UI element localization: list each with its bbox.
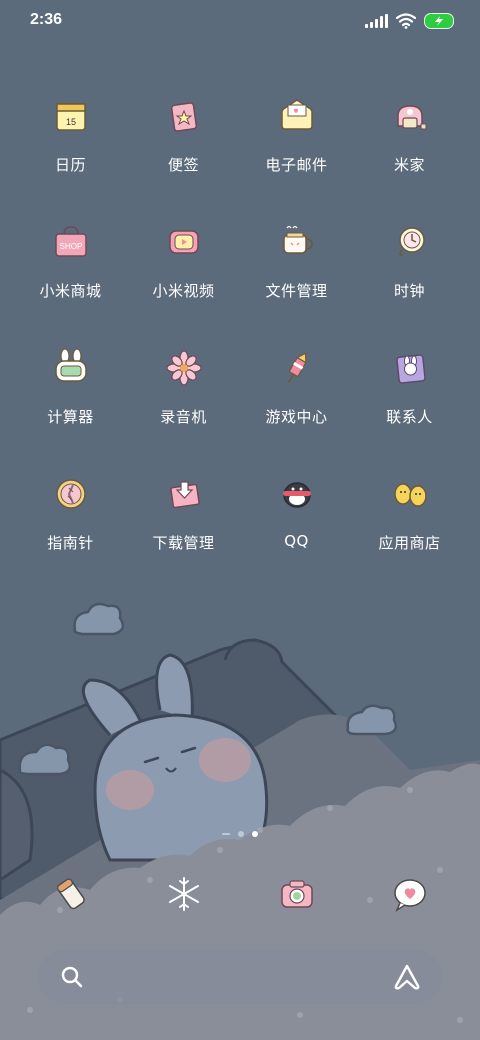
app-qq[interactable]: QQ <box>240 466 353 592</box>
shop-icon: SHOP <box>43 214 99 270</box>
recorder-icon <box>156 340 212 396</box>
dock-browser[interactable] <box>353 862 466 926</box>
app-contacts[interactable]: 联系人 <box>353 340 466 466</box>
app-label: 指南针 <box>47 534 94 552</box>
app-label: 游戏中心 <box>265 408 328 426</box>
status-bar: 2:36 <box>0 0 480 42</box>
app-label: 文件管理 <box>265 282 328 300</box>
notes-icon <box>156 88 212 144</box>
app-label: 小米视频 <box>152 282 215 300</box>
app-recorder[interactable]: 录音机 <box>127 340 240 466</box>
calculator-icon <box>43 340 99 396</box>
app-label: 录音机 <box>160 408 207 426</box>
app-grid: 15 日历 便签 电子邮件 米家 SHOP 小米商城 小米视频 文件管理 时钟 … <box>14 88 466 592</box>
status-time: 2:36 <box>30 11 63 28</box>
mijia-icon <box>382 88 438 144</box>
compass-icon <box>43 466 99 522</box>
game-center-icon <box>269 340 325 396</box>
page-dot <box>222 833 230 835</box>
email-icon <box>269 88 325 144</box>
wifi-icon <box>396 13 416 29</box>
snowflake-icon <box>168 877 199 911</box>
app-store-icon <box>382 466 438 522</box>
status-icons <box>365 12 454 30</box>
svg-text:15: 15 <box>65 117 75 127</box>
app-label: QQ <box>284 532 309 550</box>
app-label: 米家 <box>393 156 425 174</box>
app-mijia[interactable]: 米家 <box>353 88 466 214</box>
calendar-icon: 15 <box>43 88 99 144</box>
qq-icon <box>269 466 325 522</box>
search-icon[interactable] <box>58 963 86 991</box>
app-label: 电子邮件 <box>265 156 328 174</box>
downloads-icon <box>156 466 212 522</box>
app-mi-video[interactable]: 小米视频 <box>127 214 240 340</box>
assistant-icon[interactable] <box>392 962 422 992</box>
app-label: 便签 <box>167 156 199 174</box>
app-file-manager[interactable]: 文件管理 <box>240 214 353 340</box>
svg-text:SHOP: SHOP <box>59 242 82 251</box>
app-mi-store[interactable]: SHOP 小米商城 <box>14 214 127 340</box>
contacts-icon <box>382 340 438 396</box>
search-bar[interactable] <box>38 950 442 1004</box>
chat-bubble-heart-icon <box>393 879 426 912</box>
page-dot-active <box>252 831 258 837</box>
app-label: 应用商店 <box>378 534 441 552</box>
app-label: 时钟 <box>393 282 425 300</box>
phone-icon <box>56 878 85 910</box>
app-clock[interactable]: 时钟 <box>353 214 466 340</box>
app-calculator[interactable]: 计算器 <box>14 340 127 466</box>
dock-phone[interactable] <box>14 862 127 926</box>
camera-icon <box>280 880 313 908</box>
dock-messages[interactable] <box>127 862 240 926</box>
app-label: 联系人 <box>386 408 433 426</box>
app-label: 计算器 <box>47 408 94 426</box>
app-label: 下载管理 <box>152 534 215 552</box>
app-label: 小米商城 <box>39 282 102 300</box>
file-manager-icon <box>269 214 325 270</box>
signal-icon <box>365 14 388 28</box>
app-app-store[interactable]: 应用商店 <box>353 466 466 592</box>
page-indicator <box>222 831 258 837</box>
dock-camera[interactable] <box>240 862 353 926</box>
app-email[interactable]: 电子邮件 <box>240 88 353 214</box>
app-calendar[interactable]: 15 日历 <box>14 88 127 214</box>
app-notes[interactable]: 便签 <box>127 88 240 214</box>
battery-icon <box>424 13 454 29</box>
app-downloads[interactable]: 下载管理 <box>127 466 240 592</box>
app-compass[interactable]: 指南针 <box>14 466 127 592</box>
app-label: 日历 <box>54 156 86 174</box>
clock-icon <box>382 214 438 270</box>
dock <box>14 862 466 926</box>
page-dot <box>238 831 244 837</box>
video-icon <box>156 214 212 270</box>
app-game-center[interactable]: 游戏中心 <box>240 340 353 466</box>
